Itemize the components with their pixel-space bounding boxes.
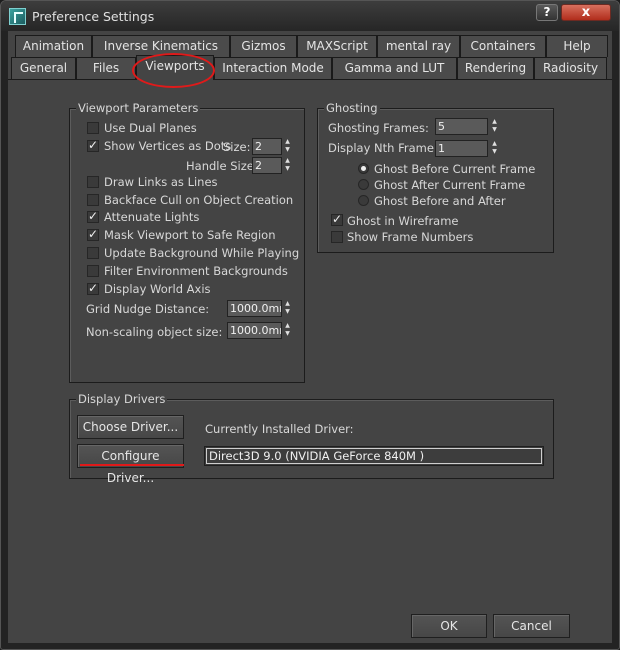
preference-settings-window: Preference Settings ? x Animation Invers… [0, 0, 620, 650]
window-title: Preference Settings [32, 9, 155, 24]
show-vertices-as-dots-checkbox[interactable] [87, 138, 99, 152]
use-dual-planes-label: Use Dual Planes [104, 121, 197, 135]
ghost-before-after-radio[interactable] [358, 195, 369, 206]
spinner-up-icon[interactable]: ▲ [283, 322, 292, 330]
mask-viewport-label: Mask Viewport to Safe Region [104, 228, 276, 242]
handle-size-spinner-arrows[interactable]: ▲ ▼ [283, 157, 292, 174]
installed-driver-value: Direct3D 9.0 (NVIDIA GeForce 840M ) [206, 448, 542, 464]
grid-nudge-spinner[interactable]: 1000.0mm ▲ ▼ [227, 300, 294, 317]
display-nth-frame-spinner-arrows[interactable]: ▲ ▼ [490, 140, 499, 157]
size-field[interactable]: 2 [252, 138, 282, 155]
spinner-up-icon[interactable]: ▲ [490, 118, 499, 126]
display-world-axis-checkbox[interactable] [87, 281, 99, 295]
size-spinner[interactable]: 2 ▲ ▼ [252, 138, 294, 155]
spinner-up-icon[interactable]: ▲ [283, 138, 292, 146]
choose-driver-button[interactable]: Choose Driver... [77, 415, 184, 439]
display-nth-frame-spinner[interactable]: 1 ▲ ▼ [435, 140, 502, 157]
spinner-down-icon[interactable]: ▼ [283, 165, 292, 173]
non-scaling-spinner[interactable]: 1000.0mm ▲ ▼ [227, 322, 294, 339]
tab-gizmos[interactable]: Gizmos [230, 35, 297, 57]
installed-driver-field: Direct3D 9.0 (NVIDIA GeForce 840M ) [204, 446, 544, 466]
spinner-down-icon[interactable]: ▼ [283, 146, 292, 154]
viewports-tab-highlight-ellipse [132, 53, 215, 88]
display-drivers-title: Display Drivers [76, 392, 168, 406]
display-world-axis-label: Display World Axis [104, 282, 211, 296]
ghosting-frames-spinner-arrows[interactable]: ▲ ▼ [490, 118, 499, 135]
update-background-checkbox[interactable] [87, 247, 99, 259]
show-frame-numbers-label: Show Frame Numbers [347, 230, 474, 244]
filter-environment-checkbox[interactable] [87, 265, 99, 277]
3dsmax-app-icon [9, 8, 26, 25]
non-scaling-label: Non-scaling object size: [86, 325, 223, 339]
ghost-in-wireframe-label: Ghost in Wireframe [347, 214, 459, 228]
tab-containers[interactable]: Containers [460, 35, 546, 57]
tab-interaction-mode[interactable]: Interaction Mode [214, 57, 332, 79]
spinner-down-icon[interactable]: ▼ [490, 126, 499, 134]
attenuate-lights-checkbox[interactable] [87, 209, 99, 223]
spinner-up-icon[interactable]: ▲ [490, 140, 499, 148]
display-nth-frame-field[interactable]: 1 [435, 140, 488, 157]
close-button[interactable]: x [561, 4, 611, 21]
ghosting-frames-spinner[interactable]: 5 ▲ ▼ [435, 118, 502, 135]
non-scaling-field[interactable]: 1000.0mm [227, 322, 282, 339]
viewport-parameters-title: Viewport Parameters [76, 101, 201, 115]
ghosting-title: Ghosting [324, 101, 380, 115]
update-background-label: Update Background While Playing [104, 246, 300, 260]
mask-viewport-checkbox[interactable] [87, 227, 99, 241]
draw-links-as-lines-label: Draw Links as Lines [104, 175, 218, 189]
backface-cull-label: Backface Cull on Object Creation [104, 193, 294, 207]
spinner-down-icon[interactable]: ▼ [283, 308, 292, 316]
draw-links-as-lines-checkbox[interactable] [87, 176, 99, 188]
installed-driver-label: Currently Installed Driver: [205, 422, 354, 436]
display-nth-frame-label: Display Nth Frame: [328, 141, 438, 155]
show-vertices-as-dots-label: Show Vertices as Dots [104, 139, 232, 153]
size-label: Size: [223, 140, 251, 154]
tab-general[interactable]: General [11, 57, 76, 79]
ghosting-frames-label: Ghosting Frames: [328, 121, 429, 135]
title-bar[interactable]: Preference Settings ? x [1, 1, 619, 31]
tab-animation[interactable]: Animation [15, 35, 92, 57]
handle-size-spinner[interactable]: 2 ▲ ▼ [252, 157, 294, 174]
backface-cull-checkbox[interactable] [87, 194, 99, 206]
grid-nudge-field[interactable]: 1000.0mm [227, 300, 282, 317]
ghost-after-radio[interactable] [358, 179, 369, 190]
non-scaling-spinner-arrows[interactable]: ▲ ▼ [283, 322, 292, 339]
handle-size-field[interactable]: 2 [252, 157, 282, 174]
tab-radiosity[interactable]: Radiosity [534, 57, 607, 79]
ghost-after-label: Ghost After Current Frame [374, 178, 526, 192]
attenuate-lights-label: Attenuate Lights [104, 210, 200, 224]
tab-mental-ray[interactable]: mental ray [377, 35, 460, 57]
show-frame-numbers-checkbox[interactable] [331, 231, 343, 243]
tab-gamma-and-lut[interactable]: Gamma and LUT [332, 57, 457, 79]
filter-environment-label: Filter Environment Backgrounds [104, 264, 288, 278]
tab-rendering[interactable]: Rendering [457, 57, 534, 79]
size-spinner-arrows[interactable]: ▲ ▼ [283, 138, 292, 155]
ghost-in-wireframe-checkbox[interactable] [331, 212, 343, 226]
tab-help[interactable]: Help [546, 35, 608, 57]
use-dual-planes-checkbox[interactable] [87, 122, 99, 134]
grid-nudge-spinner-arrows[interactable]: ▲ ▼ [283, 300, 292, 317]
ghost-before-label: Ghost Before Current Frame [374, 162, 536, 176]
spinner-up-icon[interactable]: ▲ [283, 300, 292, 308]
help-button[interactable]: ? [536, 4, 558, 21]
ok-button[interactable]: OK [411, 614, 487, 638]
tab-files[interactable]: Files [76, 57, 136, 79]
tab-maxscript[interactable]: MAXScript [297, 35, 377, 57]
configure-driver-underline [80, 464, 184, 466]
ghosting-frames-field[interactable]: 5 [435, 118, 488, 135]
ghost-before-after-label: Ghost Before and After [374, 194, 506, 208]
spinner-up-icon[interactable]: ▲ [283, 157, 292, 165]
grid-nudge-label: Grid Nudge Distance: [86, 302, 210, 316]
cancel-button[interactable]: Cancel [493, 614, 570, 638]
spinner-down-icon[interactable]: ▼ [490, 148, 499, 156]
spinner-down-icon[interactable]: ▼ [283, 330, 292, 338]
handle-size-label: Handle Size: [186, 159, 258, 173]
ghost-before-radio[interactable] [358, 163, 369, 174]
